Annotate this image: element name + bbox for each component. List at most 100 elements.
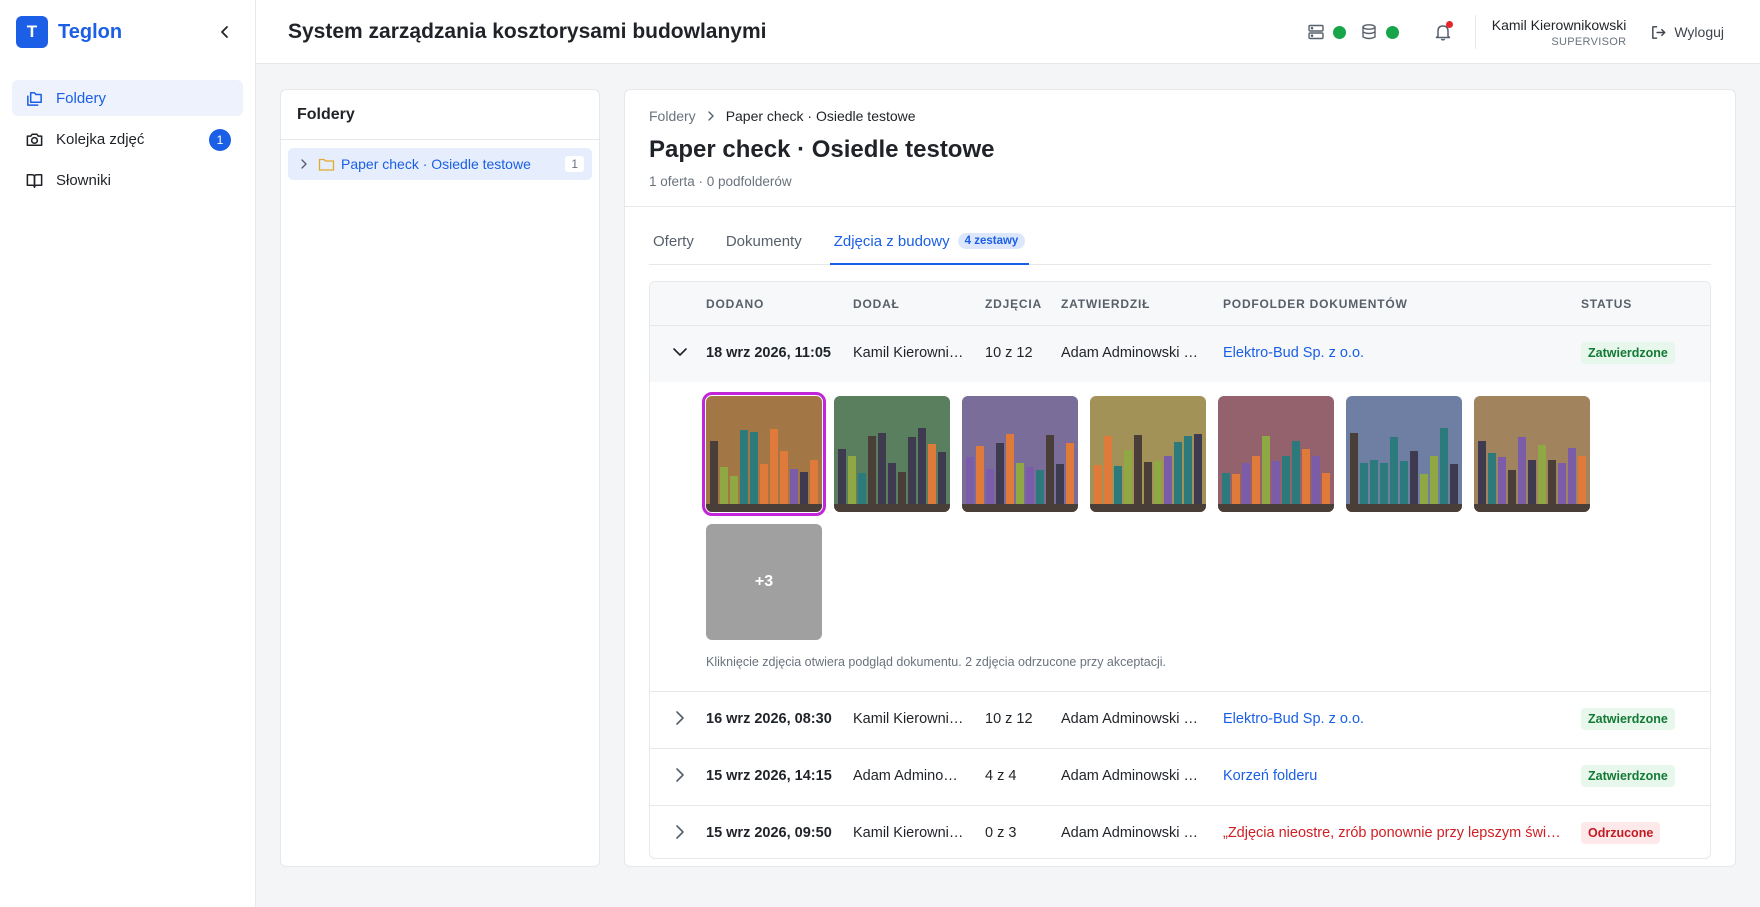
photo-sets-count-badge: 4 zestawy (957, 233, 1026, 249)
photo-decoration (976, 446, 984, 504)
photo-thumbnail[interactable] (1474, 396, 1590, 512)
photo-decoration (790, 469, 798, 504)
photo-decoration (1478, 441, 1486, 504)
user-name: Kamil Kierownikowski (1491, 16, 1627, 33)
server-online-dot (1332, 25, 1346, 39)
photo-thumbnail[interactable] (1218, 396, 1334, 512)
sidebar-item-foldery[interactable]: Foldery (12, 80, 243, 116)
column-header-zatwierdzil[interactable]: ZATWIERDZIŁ (1061, 297, 1150, 311)
column-header-zdjecia[interactable]: ZDJĘCIA (985, 297, 1042, 311)
photo-decoration (780, 451, 788, 504)
column-header-status[interactable]: STATUS (1581, 297, 1632, 311)
photo-decoration (898, 472, 906, 504)
added-by: Adam Adminowski (853, 768, 965, 784)
added-date: 16 wrz 2026, 08:30 (706, 711, 832, 727)
photo-decoration (810, 460, 818, 504)
collapse-sidebar-button[interactable] (215, 22, 235, 42)
breadcrumb-root-link[interactable]: Foldery (649, 108, 696, 124)
photos-count: 10 z 12 (985, 711, 1033, 727)
expand-row-button[interactable] (670, 767, 690, 783)
photos-count: 10 z 12 (985, 345, 1033, 361)
photo-decoration (1322, 473, 1330, 504)
column-header-dodal[interactable]: DODAŁ (853, 297, 900, 311)
added-date: 15 wrz 2026, 09:50 (706, 825, 832, 841)
photo-decoration (1094, 465, 1102, 504)
photo-decoration (908, 437, 916, 504)
folder-tree-item[interactable]: Paper check · Osiedle testowe 1 (288, 148, 592, 180)
photo-decoration (1518, 437, 1526, 504)
photo-decoration (1184, 436, 1192, 504)
photo-decoration (1164, 456, 1172, 504)
photo-decoration (1144, 462, 1152, 504)
photo-decoration (706, 504, 822, 512)
photo-decoration (1016, 463, 1024, 504)
photo-thumbnail[interactable] (1090, 396, 1206, 512)
photo-decoration (1262, 436, 1270, 504)
folders-icon (24, 88, 44, 108)
tab-dokumenty[interactable]: Dokumenty (722, 233, 806, 265)
photo-decoration (1222, 473, 1230, 504)
tab-label: Oferty (653, 233, 694, 250)
photo-decoration (1558, 463, 1566, 504)
photo-thumbnail[interactable] (962, 396, 1078, 512)
tab-oferty[interactable]: Oferty (649, 233, 698, 265)
expand-row-button[interactable] (670, 824, 690, 840)
sidebar-item-slowniki[interactable]: Słowniki (12, 162, 243, 198)
status-badge: Zatwierdzone (1581, 342, 1675, 364)
photos-count: 4 z 4 (985, 768, 1017, 784)
notifications-button[interactable] (1431, 20, 1455, 44)
database-online-dot (1385, 25, 1399, 39)
photo-decoration (1430, 456, 1438, 504)
photo-decoration (730, 476, 738, 504)
photo-thumbnail[interactable] (834, 396, 950, 512)
photo-decoration (1508, 470, 1516, 504)
user-info: Kamil Kierownikowski SUPERVISOR (1492, 17, 1627, 48)
added-date: 15 wrz 2026, 14:15 (706, 768, 832, 784)
photo-decoration (750, 432, 758, 504)
collapse-row-button[interactable] (670, 344, 690, 360)
chevron-right-icon[interactable] (296, 159, 312, 169)
chevron-right-icon (676, 711, 684, 725)
logout-button[interactable]: Wyloguj (1650, 24, 1724, 41)
folders-panel-title: Foldery (281, 90, 599, 140)
photo-decoration (1548, 460, 1556, 504)
expand-row-button[interactable] (670, 710, 690, 726)
photo-thumbnail[interactable] (702, 392, 826, 516)
photo-decoration (1194, 434, 1202, 504)
app-logo: T (16, 16, 48, 48)
chevron-right-icon (706, 111, 716, 121)
table-row[interactable]: 15 wrz 2026, 14:15 Adam Adminowski 4 z 4… (650, 749, 1710, 806)
subfolder-link[interactable]: Korzeń folderu (1223, 768, 1563, 784)
photo-decoration (1346, 504, 1462, 512)
breadcrumb: Foldery Paper check · Osiedle testowe (649, 108, 1711, 124)
more-photos-button[interactable]: +3 (706, 524, 822, 640)
book-icon (24, 170, 44, 190)
column-header-dodano[interactable]: DODANO (706, 297, 764, 311)
photo-decoration (1242, 463, 1250, 504)
photo-decoration (834, 504, 950, 512)
photo-decoration (1154, 461, 1162, 504)
photo-decoration (1400, 461, 1408, 504)
added-by: Kamil Kierownikowski (853, 345, 965, 361)
queue-count-badge: 1 (209, 129, 231, 151)
tab-zdjecia-z-budowy[interactable]: Zdjęcia z budowy 4 zestawy (829, 233, 1030, 265)
logout-label: Wyloguj (1674, 24, 1724, 40)
table-row[interactable]: 16 wrz 2026, 08:30 Kamil Kierownikowski … (650, 692, 1710, 749)
added-by: Kamil Kierownikowski (853, 711, 965, 727)
photo-decoration (878, 433, 886, 504)
app-name: Teglon (58, 20, 123, 43)
photo-decoration (1360, 463, 1368, 504)
sidebar-item-label: Kolejka zdjęć (56, 130, 145, 148)
subfolder-link[interactable]: Elektro-Bud Sp. z o.o. (1223, 711, 1563, 727)
photo-decoration (1272, 461, 1280, 504)
table-row[interactable]: 18 wrz 2026, 11:05 Kamil Kierownikowski … (650, 326, 1710, 382)
photo-thumbnail[interactable] (1346, 396, 1462, 512)
column-header-podfolder[interactable]: PODFOLDER DOKUMENTÓW (1223, 297, 1408, 311)
table-row[interactable]: 15 wrz 2026, 09:50 Kamil Kierownikowski … (650, 806, 1710, 858)
top-header: System zarządzania kosztorysami budowlan… (256, 0, 1760, 64)
sidebar-item-kolejka-zdjec[interactable]: Kolejka zdjęć 1 (12, 121, 243, 157)
subfolder-link[interactable]: Elektro-Bud Sp. z o.o. (1223, 345, 1563, 361)
breadcrumb-current: Paper check · Osiedle testowe (725, 108, 916, 124)
photo-decoration (1036, 470, 1044, 504)
photo-decoration (1252, 456, 1260, 504)
